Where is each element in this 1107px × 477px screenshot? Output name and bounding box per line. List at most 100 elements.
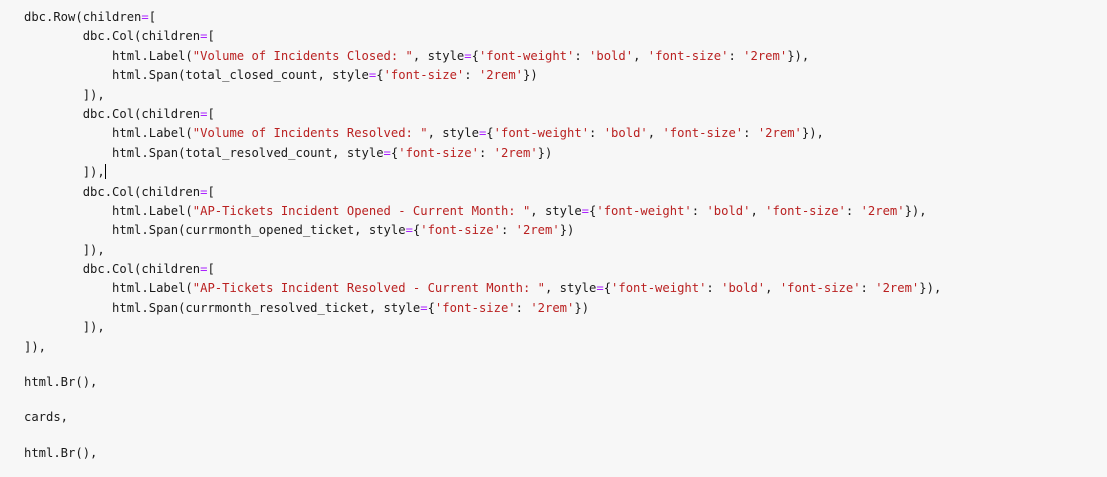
code-token: , style [427,126,479,141]
code-line: cards, [24,408,1107,427]
string-token: '2rem' [530,300,575,315]
code-token: , style [544,281,597,296]
code-token: : [845,203,861,218]
string-token: 'font-size' [647,48,729,63]
operator-token: = [141,10,149,24]
code-token: cards, [24,410,69,425]
code-editor[interactable]: dbc.Row(children=[ dbc.Col(children=[ ht… [0,0,1107,477]
string-token: '2rem' [875,281,920,296]
code-token: , [647,126,663,141]
code-block[interactable]: dbc.Row(children=[ dbc.Col(children=[ ht… [24,8,1107,463]
code-token: [ [148,10,157,24]
string-token: 'font-weight' [596,203,692,218]
code-token: : [574,48,590,63]
text-cursor [104,164,106,180]
code-line: dbc.Col(children=[ [24,27,1107,46]
string-token: "Volume of Incidents Resolved: " [192,126,428,141]
code-line: ]), [24,318,1107,337]
code-token: ]), [24,165,105,180]
code-line: ]), [24,338,1107,357]
string-token: "AP-Tickets Incident Resolved - Current … [192,281,545,296]
code-line: ]), [24,86,1107,105]
code-line: dbc.Col(children=[ [24,260,1107,279]
code-token: : [515,300,531,315]
code-token: html.Br(), [24,375,98,390]
code-token: [ [207,106,215,121]
code-token: { [603,281,612,296]
code-token: }), [787,48,810,63]
code-token: : [706,281,722,296]
code-token: dbc.Row(children [24,10,142,24]
code-token: [ [207,29,215,44]
code-token: : [691,203,707,218]
operator-token: = [596,281,604,296]
code-token: html.Span(total_resolved_count, style [24,145,384,160]
string-token: "Volume of Incidents Closed: " [192,48,413,63]
code-line: dbc.Col(children=[ [24,183,1107,202]
code-token: , style [530,203,582,218]
string-token: 'font-size' [662,126,744,141]
string-token: 'font-size' [434,300,516,315]
code-line: ]), [24,241,1107,260]
code-token: [ [207,262,215,277]
code-token: { [376,68,384,83]
code-line: html.Span(total_resolved_count, style={'… [24,144,1107,163]
code-token: , [633,48,648,63]
code-token: html.Br(), [24,445,98,460]
code-token: : [500,223,516,238]
operator-token: = [581,203,590,218]
string-token: 'font-size' [398,145,479,160]
code-token: : [464,68,479,83]
code-token: }) [574,300,590,315]
code-token: ]), [24,87,105,102]
code-token: html.Label( [24,281,193,296]
code-token: ]), [24,242,105,257]
string-token: '2rem' [743,48,788,63]
string-token: "AP-Tickets Incident Opened - Current Mo… [192,203,531,218]
operator-token: = [464,48,472,63]
code-token: }), [801,126,824,141]
operator-token: = [405,223,413,238]
string-token: 'bold' [721,281,766,296]
code-token: html.Label( [24,126,193,141]
code-line: dbc.Col(children=[ [24,105,1107,124]
code-token: , style [412,48,465,63]
code-line: html.Span(currmonth_resolved_ticket, sty… [24,299,1107,318]
code-token: dbc.Col(children [24,106,201,121]
code-token: dbc.Col(children [24,262,201,277]
string-token: '2rem' [493,145,538,160]
code-token: }), [904,203,927,218]
code-token: , [765,281,780,296]
code-token: , [750,203,766,218]
string-token: 'bold' [603,126,648,141]
code-line: html.Br(), [24,373,1107,392]
code-token: : [478,145,494,160]
code-token: html.Span(currmonth_opened_ticket, style [24,223,406,238]
code-token: }) [537,145,553,160]
code-token: dbc.Col(children [24,29,201,44]
string-token: 'font-size' [779,281,861,296]
string-token: '2rem' [757,126,802,141]
code-token: ]), [24,339,47,354]
code-token: { [486,126,494,141]
code-line: html.Br(), [24,444,1107,463]
code-token: { [471,48,479,63]
string-token: '2rem' [515,223,560,238]
code-token: { [427,300,435,315]
code-line: dbc.Row(children=[ [24,8,1107,27]
code-token: : [589,126,604,141]
string-token: 'bold' [589,48,634,63]
string-token: 'font-size' [420,223,501,238]
code-token: : [728,48,744,63]
code-token: html.Label( [24,203,193,218]
string-token: 'font-weight' [493,126,590,141]
code-line: html.Label("AP-Tickets Incident Resolved… [24,279,1107,298]
code-token: html.Label( [24,48,193,63]
code-token: }) [559,223,575,238]
code-line: html.Label("Volume of Incidents Closed: … [24,47,1107,66]
code-line: ]), [24,163,1107,182]
code-line: html.Span(currmonth_opened_ticket, style… [24,221,1107,240]
code-token: : [860,281,876,296]
